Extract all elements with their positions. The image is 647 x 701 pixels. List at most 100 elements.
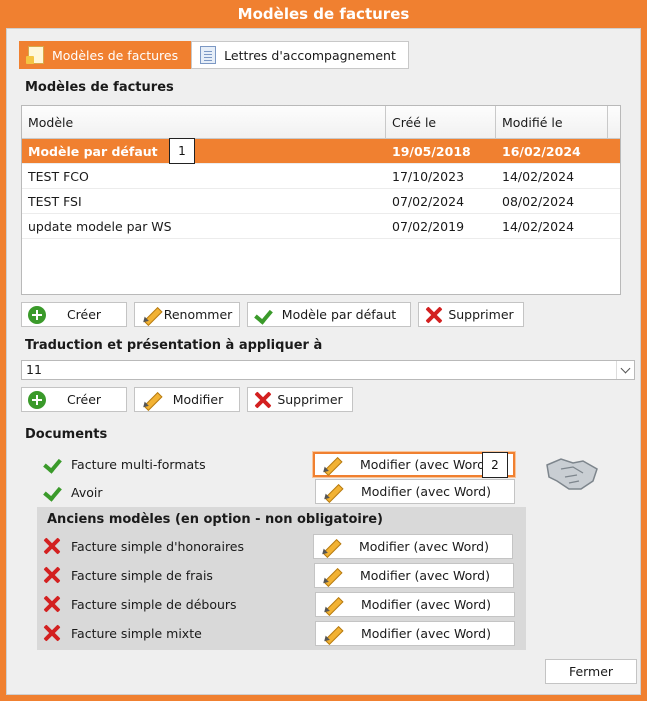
rename-model-button[interactable]: Renommer — [134, 302, 240, 327]
button-label: Modifier (avec Word) — [361, 484, 491, 499]
document-icon — [26, 46, 44, 64]
create-translation-button[interactable]: Créer — [21, 387, 127, 412]
cross-icon — [254, 391, 272, 409]
pencil-icon — [320, 537, 340, 557]
callout-2: 2 — [482, 452, 508, 478]
cell-created: 07/02/2019 — [392, 219, 465, 234]
column-header-modified[interactable]: Modifié le — [496, 106, 608, 139]
button-label: Fermer — [568, 664, 614, 679]
cross-icon — [43, 537, 61, 555]
button-label: Supprimer — [277, 392, 343, 407]
legacy-document-row: Facture simple de débours — [43, 595, 237, 613]
chevron-down-icon[interactable] — [616, 361, 634, 379]
plus-icon — [28, 305, 46, 324]
edit-credit-note-word-button[interactable]: Modifier (avec Word) — [315, 479, 515, 504]
cell-modified: 14/02/2024 — [502, 219, 575, 234]
button-label: Créer — [66, 392, 102, 407]
legacy-document-row: Facture simple de frais — [43, 566, 213, 584]
document-label: Avoir — [71, 484, 103, 500]
cell-model: TEST FSI — [28, 194, 82, 209]
pencil-icon — [322, 595, 342, 615]
dialog: Modèles de factures Lettres d'accompagne… — [6, 28, 641, 695]
cell-model: TEST FCO — [28, 169, 89, 184]
callout-1: 1 — [169, 138, 195, 164]
cell-created: 07/02/2024 — [392, 194, 465, 209]
cell-model: Modèle par défaut — [28, 144, 158, 159]
button-label: Modifier (avec Word) — [361, 597, 491, 612]
button-label: Modifier — [172, 392, 224, 407]
pencil-icon — [321, 566, 341, 586]
pencil-icon — [321, 455, 341, 475]
legacy-models-panel: Anciens modèles (en option - non obligat… — [37, 507, 526, 650]
button-label: Supprimer — [448, 307, 514, 322]
legacy-document-row: Facture simple mixte — [43, 624, 202, 642]
handshake-icon — [546, 458, 598, 490]
tab-label: Modèles de factures — [52, 47, 179, 63]
delete-translation-button[interactable]: Supprimer — [247, 387, 353, 412]
column-header-spacer — [608, 106, 620, 139]
check-icon — [43, 455, 61, 473]
button-label: Modifier (avec Word) — [361, 626, 491, 641]
document-row: Avoir — [43, 483, 102, 501]
document-row: Facture multi-formats — [43, 455, 206, 473]
pencil-icon — [322, 482, 342, 502]
cell-modified: 08/02/2024 — [502, 194, 575, 209]
cross-icon — [425, 306, 443, 324]
document-label: Facture simple de débours — [71, 596, 237, 612]
cross-icon — [43, 595, 61, 613]
column-header-model[interactable]: Modèle — [22, 106, 386, 139]
button-label: Modifier (avec Word) — [359, 539, 489, 554]
button-label: Créer — [66, 307, 102, 322]
pencil-icon — [141, 390, 161, 410]
models-section-title: Modèles de factures — [25, 80, 174, 95]
check-icon — [254, 306, 272, 324]
tab-bar: Modèles de factures Lettres d'accompagne… — [19, 41, 409, 69]
document-label: Facture simple d'honoraires — [71, 538, 245, 554]
letters-icon — [200, 46, 217, 64]
documents-section-title: Documents — [25, 427, 108, 442]
column-header-created[interactable]: Créé le — [386, 106, 496, 139]
cell-created: 19/05/2018 — [392, 144, 471, 159]
window-title: Modèles de factures — [0, 0, 647, 28]
edit-multiformat-word-button[interactable]: Modifier (avec Word) 2 — [313, 452, 515, 478]
table-header: Modèle Créé le Modifié le — [22, 106, 620, 139]
cross-icon — [43, 566, 61, 584]
cross-icon — [43, 624, 61, 642]
create-model-button[interactable]: Créer — [21, 302, 127, 327]
document-label: Facture simple mixte — [71, 625, 202, 641]
modify-translation-button[interactable]: Modifier — [134, 387, 240, 412]
legacy-document-row: Facture simple d'honoraires — [43, 537, 244, 555]
button-label: Modèle par défaut — [281, 307, 397, 322]
document-label: Facture simple de frais — [71, 567, 213, 583]
pencil-icon — [141, 305, 161, 325]
legacy-section-title: Anciens modèles (en option - non obligat… — [47, 512, 383, 527]
cell-model: update modele par WS — [28, 219, 172, 234]
table-row[interactable]: Modèle par défaut 19/05/2018 16/02/2024 … — [22, 138, 620, 164]
tab-label: Lettres d'accompagnement — [224, 47, 396, 63]
button-label: Renommer — [163, 307, 233, 322]
check-icon — [43, 483, 61, 501]
delete-model-button[interactable]: Supprimer — [418, 302, 524, 327]
edit-disbursements-invoice-word-button[interactable]: Modifier (avec Word) — [315, 592, 515, 617]
translation-select-value: 11 — [26, 362, 42, 377]
translation-select[interactable]: 11 — [21, 360, 635, 380]
edit-fees-invoice-word-button[interactable]: Modifier (avec Word) — [313, 534, 513, 559]
cell-modified: 16/02/2024 — [502, 144, 581, 159]
edit-expenses-invoice-word-button[interactable]: Modifier (avec Word) — [314, 563, 514, 588]
cell-created: 17/10/2023 — [392, 169, 465, 184]
set-default-model-button[interactable]: Modèle par défaut — [247, 302, 411, 327]
models-table: Modèle Créé le Modifié le Modèle par déf… — [21, 105, 621, 295]
close-button[interactable]: Fermer — [545, 659, 637, 684]
table-row[interactable]: TEST FCO 17/10/2023 14/02/2024 — [22, 164, 620, 189]
table-row[interactable]: TEST FSI 07/02/2024 08/02/2024 — [22, 189, 620, 214]
document-label: Facture multi-formats — [71, 456, 206, 472]
button-label: Modifier (avec Word) — [360, 568, 490, 583]
tab-cover-letters[interactable]: Lettres d'accompagnement — [191, 41, 409, 69]
translation-section-title: Traduction et présentation à appliquer à — [25, 338, 323, 353]
edit-mixed-invoice-word-button[interactable]: Modifier (avec Word) — [315, 621, 515, 646]
table-row[interactable]: update modele par WS 07/02/2019 14/02/20… — [22, 214, 620, 239]
plus-icon — [28, 390, 46, 409]
pencil-icon — [322, 624, 342, 644]
tab-invoice-models[interactable]: Modèles de factures — [19, 41, 192, 69]
cell-modified: 14/02/2024 — [502, 169, 575, 184]
